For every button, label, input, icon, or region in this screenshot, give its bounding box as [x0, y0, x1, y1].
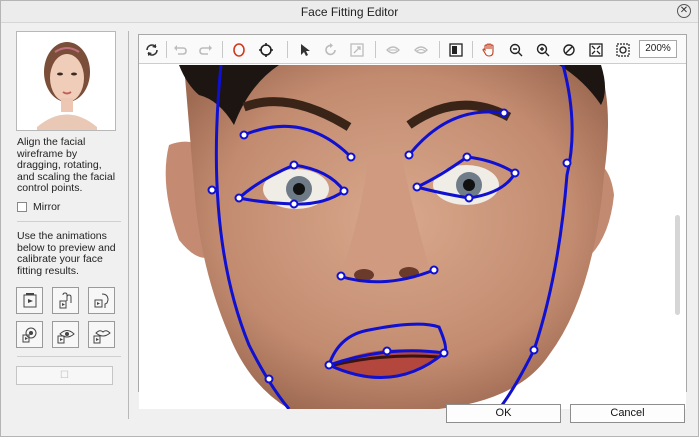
toolbar: 200%	[139, 35, 686, 64]
fit-icon[interactable]	[586, 40, 606, 59]
animation-instructions-text: Use the animations below to preview and …	[17, 230, 116, 277]
eye-animation-button[interactable]	[52, 321, 79, 348]
vertical-scrollbar[interactable]	[675, 215, 680, 315]
reset-icon[interactable]	[321, 40, 341, 59]
toolbar-separator	[222, 41, 223, 58]
face-fitting-editor-window: Face Fitting Editor ✕ Align the facial w…	[0, 0, 699, 437]
hand-face-icon	[59, 291, 71, 308]
mouth-animation-button[interactable]	[88, 321, 115, 348]
reference-face-thumbnail	[16, 31, 116, 131]
close-icon[interactable]: ✕	[677, 4, 691, 18]
eye-icon	[57, 329, 75, 343]
scale-icon[interactable]	[347, 40, 367, 59]
head-profile-icon	[94, 293, 109, 308]
head-icon	[23, 292, 36, 307]
panel-divider	[128, 31, 129, 419]
window-title: Face Fitting Editor	[300, 5, 399, 19]
undo-icon[interactable]	[170, 40, 190, 59]
ok-button[interactable]: OK	[446, 404, 561, 423]
editor-panel: 200%	[138, 34, 687, 409]
left-panel: Align the facial wireframe by dragging, …	[9, 31, 121, 401]
mirror-checkbox-box[interactable]	[17, 202, 27, 212]
stop-preview-button[interactable]: ☐	[16, 366, 113, 385]
animation-button-grid	[16, 287, 116, 348]
redo-icon[interactable]	[196, 40, 216, 59]
toolbar-separator	[287, 41, 288, 58]
lips-icon	[93, 329, 111, 343]
pointer-icon[interactable]	[295, 40, 315, 59]
mirror-checkbox[interactable]: Mirror	[17, 201, 60, 213]
zoom-level-field[interactable]: 200%	[639, 40, 677, 58]
divider	[17, 356, 121, 357]
toolbar-separator	[375, 41, 376, 58]
face-photo	[139, 65, 686, 409]
head-animation-button[interactable]	[16, 287, 43, 314]
stop-icon: ☐	[60, 370, 69, 381]
divider	[17, 221, 121, 222]
actual-size-icon[interactable]	[613, 40, 633, 59]
toolbar-separator	[166, 41, 167, 58]
mouth-open-icon[interactable]	[383, 40, 403, 59]
eyeball-animation-button[interactable]	[16, 321, 43, 348]
mirror-label: Mirror	[33, 201, 61, 213]
face-outline-icon[interactable]	[229, 40, 249, 59]
mouth-close-icon[interactable]	[411, 40, 431, 59]
instructions-text: Align the facial wireframe by dragging, …	[17, 136, 116, 194]
expression-animation-button[interactable]	[52, 287, 79, 314]
eyeball-icon	[22, 327, 36, 342]
zoom-reset-icon[interactable]	[559, 40, 579, 59]
compare-icon[interactable]	[446, 40, 466, 59]
target-icon[interactable]	[256, 40, 276, 59]
toolbar-separator	[439, 41, 440, 58]
toolbar-separator	[472, 41, 473, 58]
zoom-out-icon[interactable]	[506, 40, 526, 59]
zoom-in-icon[interactable]	[533, 40, 553, 59]
talking-animation-button[interactable]	[88, 287, 115, 314]
face-canvas[interactable]	[139, 65, 686, 409]
cancel-button[interactable]: Cancel	[570, 404, 685, 423]
title-bar: Face Fitting Editor ✕	[1, 1, 698, 23]
hand-icon[interactable]	[479, 40, 499, 59]
rotate-icon[interactable]	[142, 40, 162, 59]
